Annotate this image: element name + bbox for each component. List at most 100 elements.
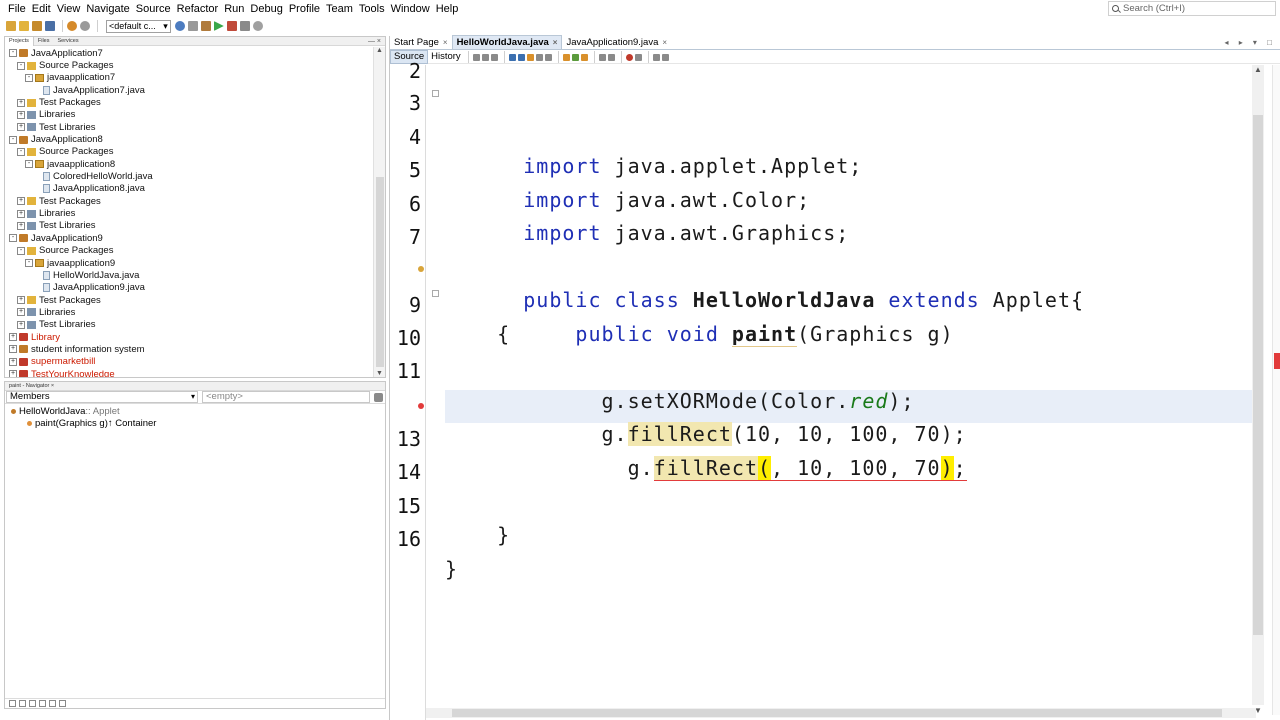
panel-controls[interactable]: — ×: [368, 37, 381, 46]
members-select[interactable]: Members: [6, 391, 198, 403]
expand-icon[interactable]: +: [17, 308, 25, 317]
comment-icon[interactable]: [652, 53, 660, 61]
stop-macro-icon[interactable]: [634, 53, 642, 61]
navigator-item[interactable]: paint(Graphics g) ↑ Container: [5, 417, 385, 429]
tab-projects[interactable]: Projects: [5, 37, 34, 46]
tree-node[interactable]: - Source Packages: [5, 59, 373, 71]
tree-node[interactable]: - Source Packages: [5, 146, 373, 158]
menu-file[interactable]: File: [0, 0, 29, 18]
previous-bookmark-icon[interactable]: [562, 53, 570, 61]
tree-node[interactable]: + student information system: [5, 343, 373, 355]
expand-icon[interactable]: +: [9, 357, 17, 366]
collapse-icon[interactable]: -: [25, 73, 33, 82]
close-tab-icon[interactable]: ×: [553, 36, 558, 49]
start-macro-icon[interactable]: [625, 53, 633, 61]
filter-nonpublic-icon[interactable]: [29, 700, 36, 707]
tree-node[interactable]: JavaApplication8.java: [5, 183, 373, 195]
collapse-icon[interactable]: -: [25, 259, 33, 268]
close-tab-icon[interactable]: ×: [443, 36, 448, 49]
tree-node[interactable]: + supermarketbill: [5, 356, 373, 368]
scrollbar-thumb[interactable]: [1253, 115, 1263, 635]
tree-node[interactable]: + TestYourKnowledge: [5, 368, 373, 377]
menu-tools[interactable]: Tools: [356, 0, 388, 18]
expand-icon[interactable]: +: [9, 370, 17, 377]
scroll-up-icon[interactable]: ▲: [1254, 65, 1262, 74]
back-icon[interactable]: [481, 53, 489, 61]
menu-profile[interactable]: Profile: [286, 0, 323, 18]
filter-fields-icon[interactable]: [9, 700, 16, 707]
scrollbar-thumb[interactable]: [376, 177, 384, 367]
debug-project-icon[interactable]: [226, 21, 237, 31]
open-project-icon[interactable]: [32, 21, 42, 31]
toggle-bookmark-icon[interactable]: [580, 53, 588, 61]
menu-run[interactable]: Run: [221, 0, 247, 18]
run-project-icon[interactable]: [213, 21, 224, 31]
scrollbar-thumb[interactable]: [452, 709, 1222, 717]
collapse-icon[interactable]: -: [17, 147, 25, 156]
new-project-icon[interactable]: [6, 21, 16, 31]
menu-refactor[interactable]: Refactor: [174, 0, 222, 18]
collapse-icon[interactable]: -: [25, 160, 33, 169]
menu-help[interactable]: Help: [433, 0, 462, 18]
filter-inherited-icon[interactable]: [39, 700, 46, 707]
tree-node[interactable]: + Test Libraries: [5, 319, 373, 331]
fold-toggle-icon[interactable]: [432, 90, 439, 97]
expand-icon[interactable]: +: [17, 123, 25, 132]
tree-node[interactable]: HelloWorldJava.java: [5, 269, 373, 281]
sort-source-icon[interactable]: [59, 700, 66, 707]
tree-node[interactable]: + Test Packages: [5, 195, 373, 207]
editor-tab[interactable]: HelloWorldJava.java ×: [451, 35, 563, 49]
tree-node[interactable]: JavaApplication9.java: [5, 282, 373, 294]
expand-icon[interactable]: +: [17, 209, 25, 218]
undo-icon[interactable]: [67, 21, 77, 31]
expand-icon[interactable]: +: [17, 221, 25, 230]
toggle-rectangular-icon[interactable]: [544, 53, 552, 61]
run-icon[interactable]: [200, 21, 211, 31]
navigator-filter[interactable]: <empty>: [202, 391, 370, 403]
navigator-settings-icon[interactable]: [374, 392, 383, 402]
find-selection-icon[interactable]: [526, 53, 534, 61]
override-annotation-icon[interactable]: [418, 266, 424, 272]
profile-icon[interactable]: [252, 21, 263, 31]
close-tab-icon[interactable]: ×: [662, 36, 667, 49]
editor-horizontal-scrollbar[interactable]: [426, 708, 1256, 718]
expand-icon[interactable]: +: [17, 197, 25, 206]
shift-left-icon[interactable]: [598, 53, 606, 61]
tree-node[interactable]: + Libraries: [5, 306, 373, 318]
tab-services[interactable]: Services: [54, 37, 83, 46]
menu-view[interactable]: View: [54, 0, 84, 18]
projects-scrollbar[interactable]: ▲ ▼: [373, 47, 385, 377]
tree-node[interactable]: + Test Libraries: [5, 121, 373, 133]
menu-debug[interactable]: Debug: [247, 0, 285, 18]
error-stripe-marker[interactable]: [1274, 353, 1280, 369]
menu-navigate[interactable]: Navigate: [83, 0, 132, 18]
uncomment-icon[interactable]: [661, 53, 669, 61]
expand-icon[interactable]: +: [17, 110, 25, 119]
tree-node[interactable]: - JavaApplication8: [5, 133, 373, 145]
editor-tab[interactable]: JavaApplication9.java ×: [562, 36, 671, 49]
forward-icon[interactable]: [490, 53, 498, 61]
menu-edit[interactable]: Edit: [29, 0, 54, 18]
editor-tab[interactable]: Start Page ×: [390, 36, 452, 49]
expand-icon[interactable]: +: [9, 333, 17, 342]
tab-controls[interactable]: ◂ ▸ ▾ □: [1224, 36, 1276, 49]
clean-build-icon[interactable]: [187, 21, 198, 31]
code-view[interactable]: import java.applet.Applet; import java.a…: [445, 65, 1255, 720]
last-edit-icon[interactable]: [472, 53, 480, 61]
expand-icon[interactable]: +: [17, 296, 25, 305]
shift-right-icon[interactable]: [607, 53, 615, 61]
profile-project-icon[interactable]: [239, 21, 250, 31]
tree-node[interactable]: - javaapplication9: [5, 257, 373, 269]
tree-node[interactable]: - javaapplication7: [5, 72, 373, 84]
tab-files[interactable]: Files: [34, 37, 54, 46]
tree-node[interactable]: - javaapplication8: [5, 158, 373, 170]
error-marker-icon[interactable]: [418, 403, 424, 409]
navigator-item[interactable]: HelloWorldJava :: Applet: [5, 405, 385, 417]
tree-node[interactable]: + Libraries: [5, 207, 373, 219]
collapse-icon[interactable]: -: [9, 234, 17, 243]
editor-vertical-scrollbar[interactable]: ▲ ▼: [1252, 65, 1264, 715]
tree-node[interactable]: + Libraries: [5, 109, 373, 121]
collapse-icon[interactable]: -: [17, 61, 25, 70]
save-all-icon[interactable]: [45, 21, 55, 31]
scroll-down-icon[interactable]: ▼: [376, 370, 383, 377]
